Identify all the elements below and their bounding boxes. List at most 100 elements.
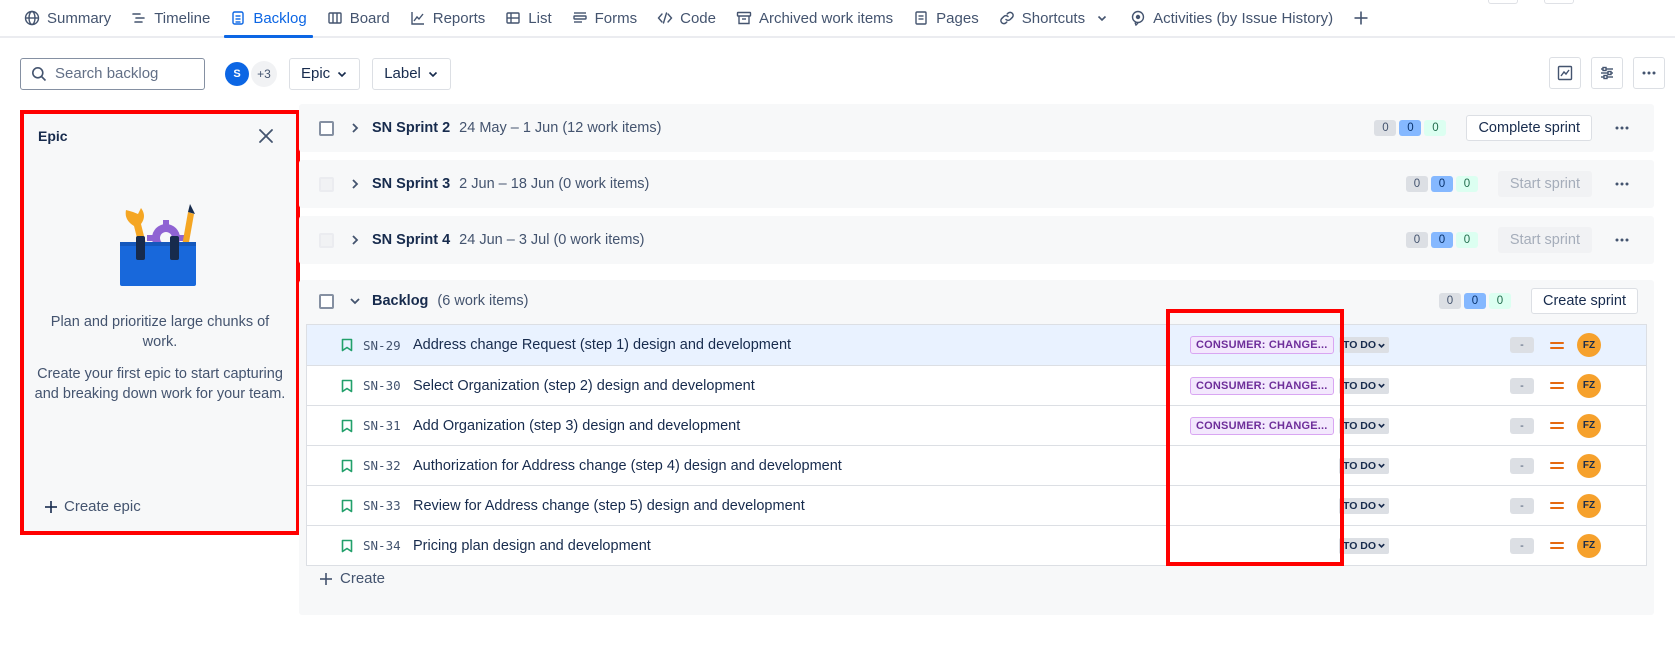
tab-code[interactable]: Code <box>647 0 726 36</box>
label-badge[interactable]: CONSUMER: CHANGE... <box>1190 416 1334 435</box>
more-actions-button[interactable] <box>1633 57 1665 89</box>
create-item-label: Create <box>340 570 386 587</box>
tab-forms[interactable]: Forms <box>562 0 648 36</box>
activities-icon <box>1130 10 1146 26</box>
issue-summary[interactable]: Pricing plan design and development <box>413 538 651 554</box>
table-row[interactable]: SN-32 Authorization for Address change (s… <box>307 445 1646 485</box>
issue-key[interactable]: SN-29 <box>363 338 407 353</box>
issue-summary[interactable]: Address change Request (step 1) design a… <box>413 337 791 353</box>
tab-board[interactable]: Board <box>317 0 400 36</box>
complete-sprint-button[interactable]: Complete sprint <box>1466 115 1592 141</box>
code-icon <box>657 10 673 26</box>
close-icon <box>259 129 273 143</box>
create-epic-button[interactable]: Create epic <box>44 498 141 515</box>
status-dropdown[interactable]: TO DO <box>1339 537 1390 554</box>
todo-count-badge: 0 <box>1374 120 1397 136</box>
tab-label: Code <box>680 9 716 27</box>
assignee-avatar[interactable]: FZ <box>1577 333 1601 357</box>
sprint-more-button[interactable] <box>1606 115 1638 141</box>
estimate-field[interactable]: - <box>1510 537 1534 554</box>
label-badge[interactable]: CONSUMER: CHANGE... <box>1190 336 1334 354</box>
header-button-fragment[interactable] <box>1488 0 1518 4</box>
more-avatars-button[interactable]: +3 <box>251 60 277 87</box>
issue-summary[interactable]: Select Organization (step 2) design and … <box>413 378 755 394</box>
tab-reports[interactable]: Reports <box>400 0 496 36</box>
status-label: TO DO <box>1343 539 1377 552</box>
tab-list[interactable]: List <box>495 0 561 36</box>
story-icon <box>341 338 353 352</box>
insights-button[interactable] <box>1549 57 1581 89</box>
collapse-backlog-button[interactable] <box>347 293 363 309</box>
start-sprint-button[interactable]: Start sprint <box>1497 227 1592 253</box>
issue-key[interactable]: SN-32 <box>363 458 407 473</box>
add-tab-button[interactable] <box>1347 0 1375 36</box>
timeline-icon <box>131 10 147 26</box>
issue-key[interactable]: SN-30 <box>363 378 407 393</box>
sprint-checkbox[interactable] <box>319 232 334 248</box>
tab-label: Board <box>349 9 390 27</box>
estimate-field[interactable]: - <box>1510 417 1534 434</box>
expand-sprint-button[interactable] <box>347 232 363 248</box>
table-row[interactable]: SN-29 Address change Request (step 1) des… <box>307 325 1646 365</box>
expand-sprint-button[interactable] <box>347 120 363 136</box>
create-sprint-button[interactable]: Create sprint <box>1530 288 1638 314</box>
assignee-avatar[interactable]: FZ <box>1577 493 1601 518</box>
issue-summary[interactable]: Authorization for Address change (step 4… <box>413 458 842 474</box>
table-row[interactable]: SN-34 Pricing plan design and development… <box>307 525 1646 565</box>
sprint-name: SN Sprint 2 <box>372 120 451 136</box>
tab-activities[interactable]: Activities (by Issue History) <box>1120 0 1343 36</box>
status-dropdown[interactable]: TO DO <box>1339 377 1390 394</box>
estimate-field[interactable]: - <box>1510 377 1534 394</box>
tab-summary[interactable]: Summary <box>14 0 121 36</box>
table-row[interactable]: SN-33 Review for Address change (step 5) … <box>307 485 1646 525</box>
status-label: TO DO <box>1343 459 1377 472</box>
backlog-checkbox[interactable] <box>319 293 334 309</box>
avatar[interactable]: S <box>225 61 249 86</box>
tab-label: Summary <box>47 9 112 27</box>
table-row[interactable]: SN-30 Select Organization (step 2) design… <box>307 365 1646 405</box>
sprint-more-button[interactable] <box>1606 171 1638 197</box>
create-item-button[interactable]: Create <box>319 570 385 587</box>
search-input[interactable]: Search backlog <box>20 57 205 90</box>
estimate-field[interactable]: - <box>1510 457 1534 474</box>
assignee-avatar[interactable]: FZ <box>1577 373 1601 398</box>
assignee-avatar[interactable]: FZ <box>1577 533 1601 558</box>
table-row[interactable]: SN-31 Add Organization (step 3) design an… <box>307 405 1646 445</box>
chevron-down-icon <box>1378 503 1385 508</box>
issue-summary[interactable]: Add Organization (step 3) design and dev… <box>413 418 740 434</box>
label-badge[interactable]: CONSUMER: CHANGE... <box>1190 376 1334 395</box>
estimate-field[interactable]: - <box>1510 337 1534 353</box>
issue-key[interactable]: SN-34 <box>363 538 407 553</box>
expand-sprint-button[interactable] <box>347 176 363 192</box>
tab-backlog[interactable]: Backlog <box>220 0 316 38</box>
tab-shortcuts[interactable]: Shortcuts <box>989 0 1120 36</box>
status-dropdown[interactable]: TO DO <box>1339 497 1390 514</box>
tab-timeline[interactable]: Timeline <box>121 0 220 36</box>
issue-key[interactable]: SN-31 <box>363 418 407 433</box>
more-horizontal-icon <box>1615 238 1629 242</box>
status-label: TO DO <box>1343 339 1377 351</box>
plus-icon <box>45 500 57 513</box>
estimate-field[interactable]: - <box>1510 497 1534 514</box>
status-dropdown[interactable]: TO DO <box>1339 337 1390 353</box>
issue-key[interactable]: SN-33 <box>363 498 407 513</box>
backlog-items: SN-29 Address change Request (step 1) des… <box>306 324 1647 566</box>
sprint-checkbox[interactable] <box>319 176 334 192</box>
close-epic-panel-button[interactable] <box>256 126 276 146</box>
tab-pages[interactable]: Pages <box>903 0 989 36</box>
view-settings-button[interactable] <box>1591 57 1623 89</box>
start-sprint-button[interactable]: Start sprint <box>1497 171 1592 197</box>
assignee-avatar[interactable]: FZ <box>1577 413 1601 438</box>
in-progress-count-badge: 0 <box>1399 120 1422 136</box>
header-button-fragment[interactable] <box>1544 0 1574 4</box>
sprint-checkbox[interactable] <box>319 120 334 136</box>
chevron-down-icon <box>1378 423 1385 428</box>
label-filter-button[interactable]: Label <box>372 57 451 90</box>
status-dropdown[interactable]: TO DO <box>1339 417 1390 434</box>
assignee-avatar[interactable]: FZ <box>1577 453 1601 478</box>
epic-filter-button[interactable]: Epic <box>289 57 361 90</box>
tab-archived-work-items[interactable]: Archived work items <box>726 0 903 36</box>
issue-summary[interactable]: Review for Address change (step 5) desig… <box>413 498 805 514</box>
status-dropdown[interactable]: TO DO <box>1339 457 1390 474</box>
sprint-more-button[interactable] <box>1606 227 1638 253</box>
